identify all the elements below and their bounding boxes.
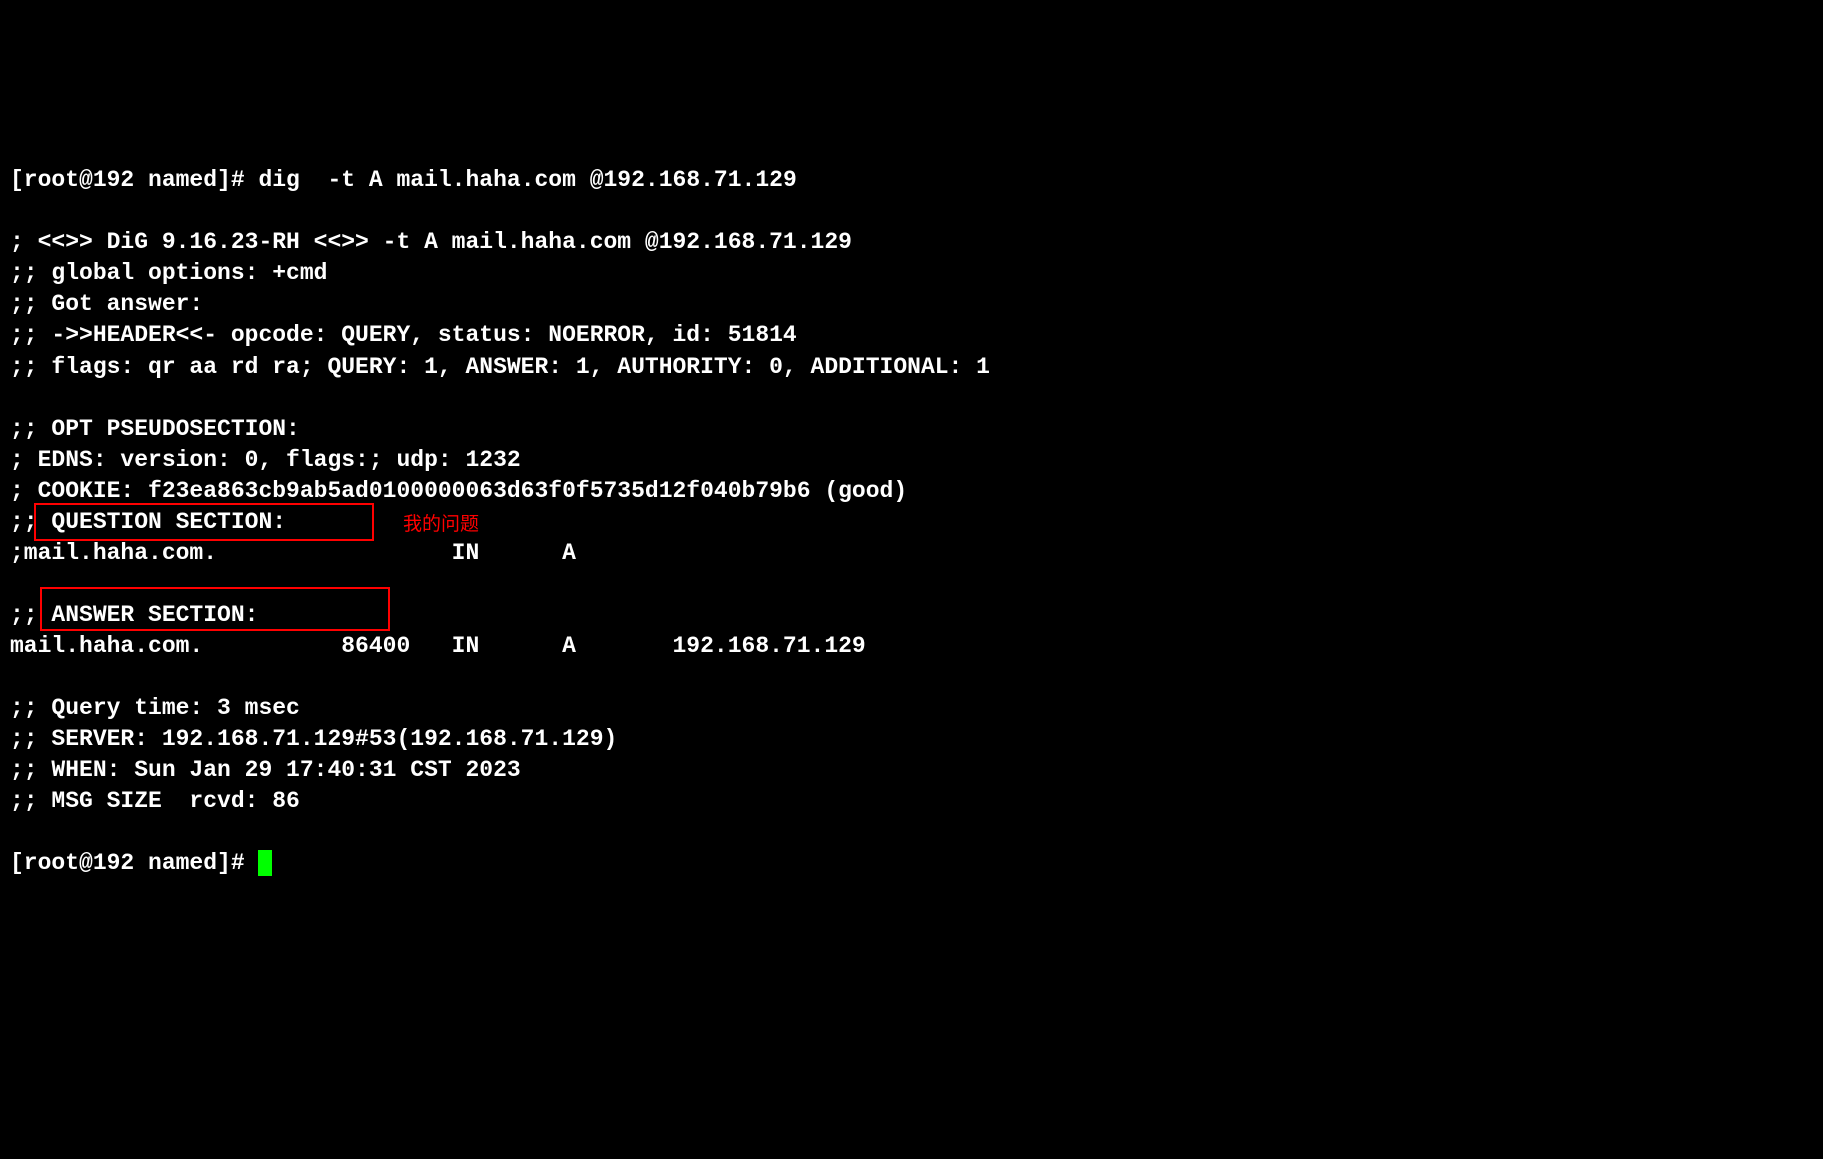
dig-edns: ; EDNS: version: 0, flags:; udp: 1232 bbox=[10, 447, 521, 473]
terminal-window[interactable]: [root@192 named]# dig -t A mail.haha.com… bbox=[10, 134, 1813, 1003]
command-text: dig -t A mail.haha.com @192.168.71.129 bbox=[258, 167, 796, 193]
dig-server: ;; SERVER: 192.168.71.129#53(192.168.71.… bbox=[10, 726, 617, 752]
dig-got-answer: ;; Got answer: bbox=[10, 291, 203, 317]
dig-answer-section-header: ;; ANSWER SECTION: bbox=[10, 602, 258, 628]
dig-cookie: ; COOKIE: f23ea863cb9ab5ad0100000063d63f… bbox=[10, 478, 907, 504]
cursor-block bbox=[258, 850, 272, 876]
dig-question-record: ;mail.haha.com. IN A bbox=[10, 540, 576, 566]
prompt-line: [root@192 named]# dig -t A mail.haha.com… bbox=[10, 167, 797, 193]
dig-when: ;; WHEN: Sun Jan 29 17:40:31 CST 2023 bbox=[10, 757, 521, 783]
prompt-line-end: [root@192 named]# bbox=[10, 850, 272, 876]
dig-opt-section: ;; OPT PSEUDOSECTION: bbox=[10, 416, 300, 442]
dig-header: ; <<>> DiG 9.16.23-RH <<>> -t A mail.hah… bbox=[10, 229, 852, 255]
dig-answer-record: mail.haha.com. 86400 IN A 192.168.71.129 bbox=[10, 633, 866, 659]
dig-query-time: ;; Query time: 3 msec bbox=[10, 695, 300, 721]
dig-flags: ;; flags: qr aa rd ra; QUERY: 1, ANSWER:… bbox=[10, 354, 990, 380]
dig-question-section-header: ;; QUESTION SECTION: bbox=[10, 509, 286, 535]
dig-global-options: ;; global options: +cmd bbox=[10, 260, 327, 286]
question-annotation-label: 我的问题 bbox=[403, 512, 479, 538]
dig-msg-size: ;; MSG SIZE rcvd: 86 bbox=[10, 788, 300, 814]
dig-header-info: ;; ->>HEADER<<- opcode: QUERY, status: N… bbox=[10, 322, 797, 348]
